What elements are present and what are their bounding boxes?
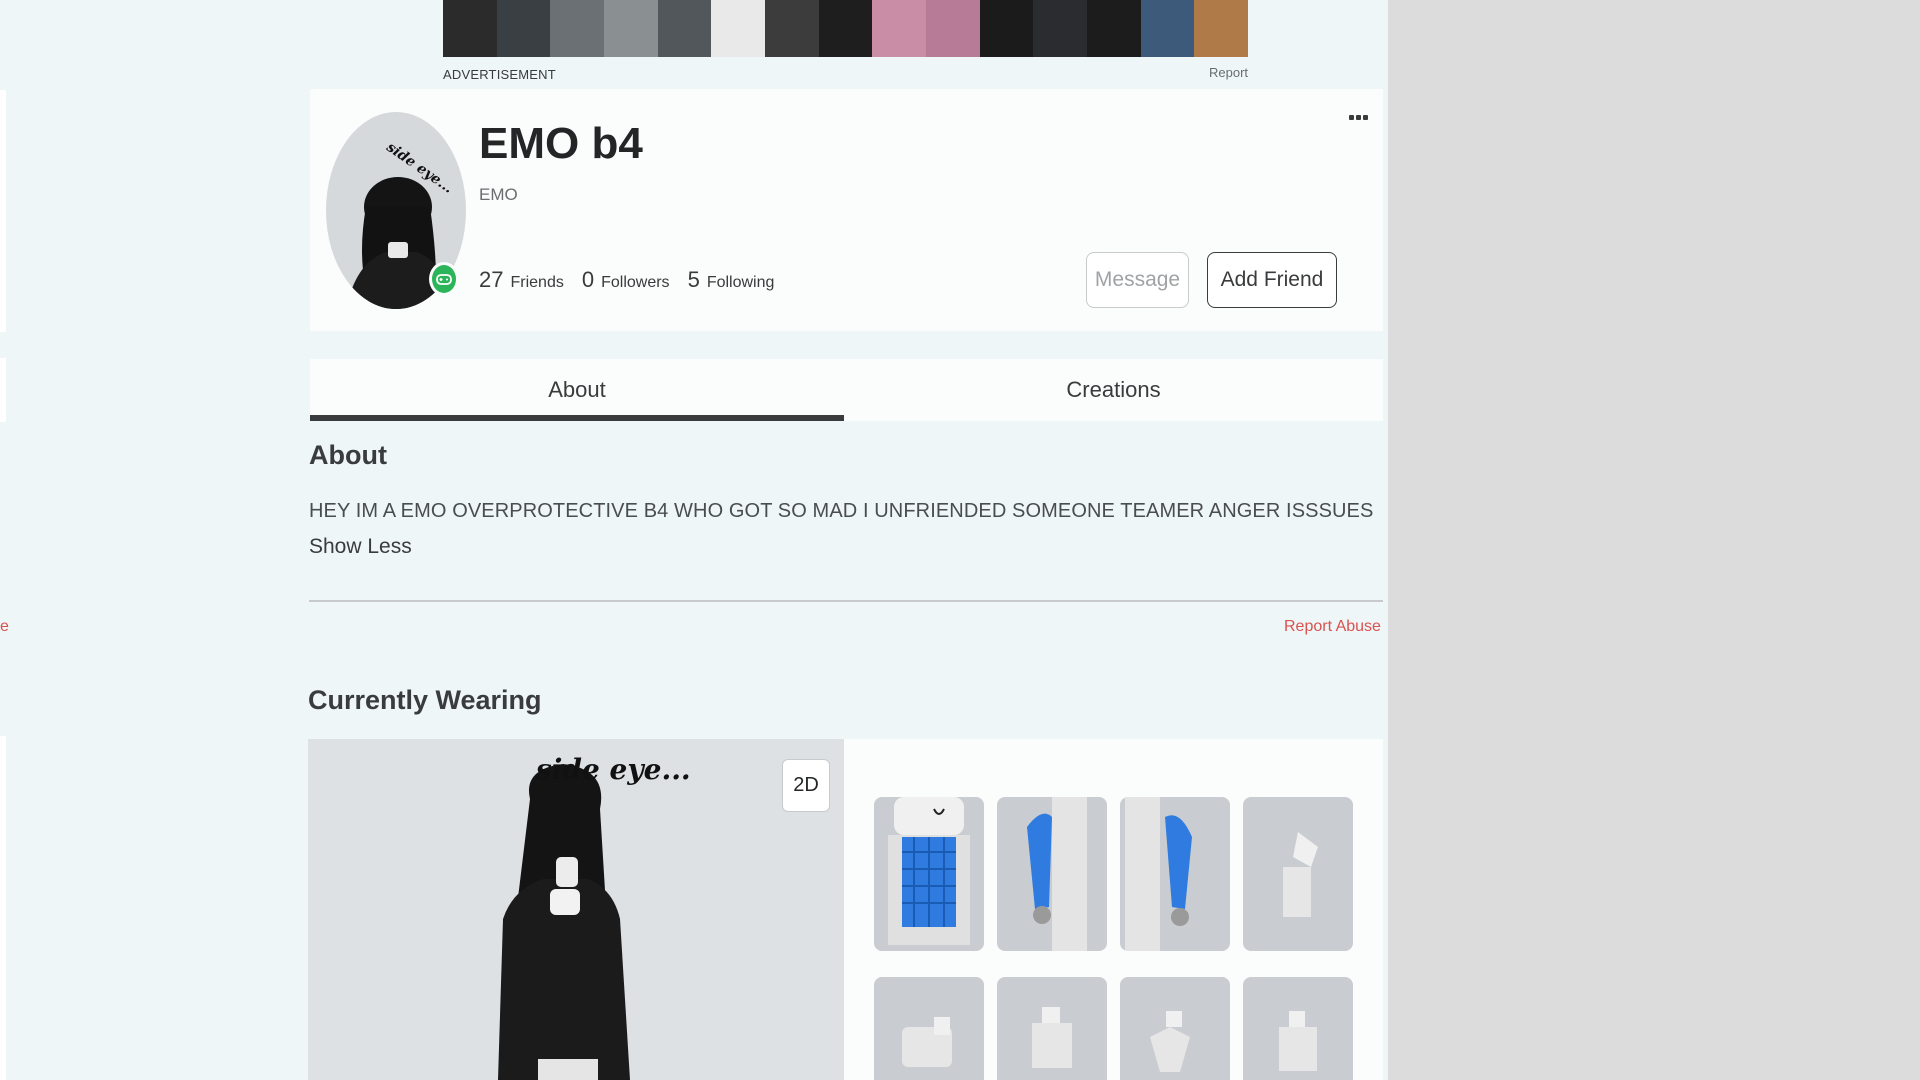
viewer-caption: side eye... — [536, 753, 691, 786]
ad-image-segment — [657, 0, 712, 57]
body-part-item-icon — [1279, 1011, 1317, 1071]
ad-image-segment — [1194, 0, 1248, 57]
in-game-presence-icon[interactable] — [429, 262, 459, 296]
currently-wearing-heading: Currently Wearing — [308, 685, 542, 715]
about-heading: About — [309, 440, 387, 470]
worn-item-tile[interactable] — [1243, 797, 1353, 951]
ad-image-segment — [443, 0, 497, 57]
profile-stats: 27 Friends 0 Followers 5 Following — [479, 267, 774, 293]
following-count-link[interactable]: 5 Following — [688, 267, 775, 293]
gamepad-icon — [436, 274, 452, 285]
body-part-item-icon — [1032, 1007, 1072, 1068]
profile-page: e ADVERTISEMENT Report side eye... EMO b… — [0, 0, 1388, 1080]
body-part-item-icon — [902, 1017, 952, 1067]
worn-items-grid — [844, 739, 1383, 1080]
body-part-item-icon — [1150, 1011, 1190, 1072]
username: EMO — [479, 185, 518, 204]
advertisement-banner[interactable] — [443, 0, 1248, 57]
display-name: EMO b4 — [479, 119, 643, 168]
following-label: Following — [706, 274, 775, 291]
tab-creations[interactable]: Creations — [844, 359, 1383, 421]
tab-about[interactable]: About — [310, 359, 844, 421]
more-options-icon[interactable] — [1349, 115, 1368, 120]
worn-item-tile[interactable] — [1243, 977, 1353, 1080]
worn-item-tile[interactable] — [1120, 797, 1230, 951]
message-button[interactable]: Message — [1086, 252, 1189, 308]
friends-count-link[interactable]: 27 Friends — [479, 267, 564, 293]
advertisement-label: ADVERTISEMENT — [443, 67, 556, 82]
worn-item-tile[interactable] — [874, 977, 984, 1080]
avatar-3d-viewer[interactable]: side eye... 2D — [308, 739, 844, 1080]
ad-image-segment — [496, 0, 551, 57]
shirt-item-icon — [888, 797, 970, 945]
followers-count-link[interactable]: 0 Followers — [582, 267, 670, 293]
worn-item-tile[interactable] — [1120, 977, 1230, 1080]
friends-count: 27 — [479, 267, 504, 292]
side-panel-edge — [0, 90, 6, 332]
ad-image-segment — [550, 0, 605, 57]
ad-image-segment — [765, 0, 819, 57]
ad-image-segment — [1033, 0, 1088, 57]
side-panel-edge — [0, 358, 6, 422]
toggle-2d-button[interactable]: 2D — [782, 759, 830, 812]
ad-image-segment — [818, 0, 873, 57]
right-arm-item-icon — [1125, 797, 1192, 951]
report-abuse-link[interactable]: Report Abuse — [1284, 618, 1381, 636]
ad-image-segment — [979, 0, 1034, 57]
friends-label: Friends — [510, 274, 564, 291]
ad-report-link[interactable]: Report — [1209, 65, 1248, 80]
ad-image-segment — [872, 0, 927, 57]
ad-image-segment — [926, 0, 980, 57]
followers-label: Followers — [601, 274, 670, 291]
section-divider — [309, 600, 1383, 602]
ad-image-segment — [604, 0, 658, 57]
left-arm-item-icon — [1027, 797, 1087, 951]
profile-header: side eye... EMO b4 EMO 27 Friends 0 Foll… — [310, 89, 1383, 331]
show-less-link[interactable]: Show Less — [309, 535, 412, 559]
body-part-item-icon — [1283, 832, 1318, 917]
ad-image-segment — [1140, 0, 1195, 57]
followers-count: 0 — [581, 267, 595, 292]
side-panel-edge-text: e — [0, 618, 9, 635]
about-description: HEY IM A EMO OVERPROTECTIVE B4 WHO GOT S… — [309, 500, 1374, 522]
worn-item-tile[interactable] — [997, 977, 1107, 1080]
worn-item-tile[interactable] — [874, 797, 984, 951]
avatar-full-figure — [498, 764, 630, 1080]
following-count: 5 — [687, 267, 700, 292]
ad-image-segment — [1087, 0, 1141, 57]
ad-image-segment — [711, 0, 766, 57]
worn-item-tile[interactable] — [997, 797, 1107, 951]
add-friend-button[interactable]: Add Friend — [1207, 252, 1337, 308]
side-panel-edge — [0, 736, 6, 1080]
profile-tabs: About Creations — [310, 359, 1383, 421]
